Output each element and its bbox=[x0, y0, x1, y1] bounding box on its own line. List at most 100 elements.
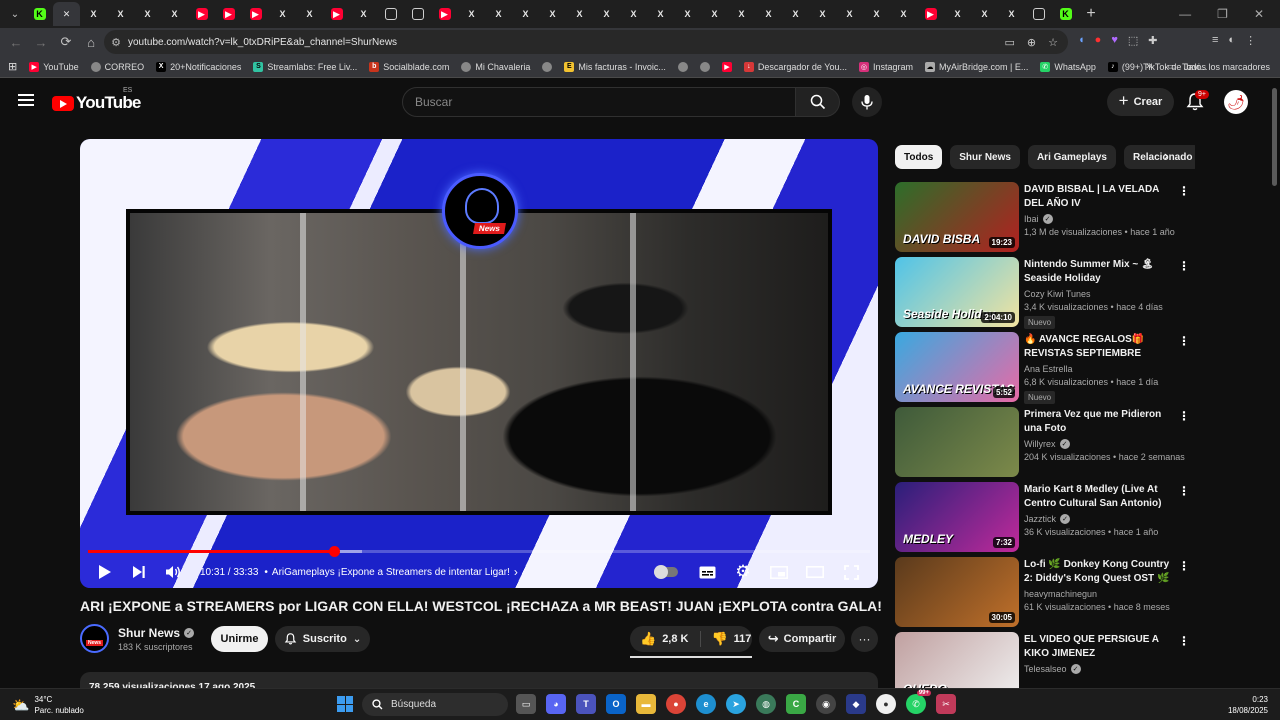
bookmark-item[interactable]: b Socialblade.com bbox=[369, 61, 449, 72]
discord-icon[interactable]: ◕ bbox=[546, 694, 566, 714]
filter-chip[interactable]: Todos bbox=[895, 145, 943, 169]
browser-tab[interactable]: X bbox=[782, 2, 809, 26]
windows-start-icon[interactable] bbox=[337, 696, 353, 712]
related-video-item[interactable]: DAVID BISBA 19:23 DAVID BISBAL | LA VELADA… bbox=[895, 182, 1195, 252]
voice-search-button[interactable] bbox=[852, 87, 882, 117]
whatsapp-icon[interactable]: ✆ 99+ bbox=[906, 690, 931, 714]
browser-tab[interactable]: X bbox=[701, 2, 728, 26]
telegram-icon[interactable]: ➤ bbox=[726, 694, 746, 714]
account-avatar[interactable]: 🌶 bbox=[1224, 90, 1248, 114]
browser-tab[interactable]: X bbox=[971, 2, 998, 26]
back-icon[interactable]: ← bbox=[4, 35, 28, 50]
home-icon[interactable]: ⌂ bbox=[79, 35, 103, 50]
browser-tab[interactable]: X bbox=[728, 2, 755, 26]
related-video-title[interactable]: Lo-fi 🌿 Donkey Kong Country 2: Diddy's K… bbox=[1024, 558, 1174, 586]
youtube-logo[interactable]: YouTube ES bbox=[52, 87, 141, 113]
all-bookmarks-button[interactable]: ▭ Todos los marcadores bbox=[1167, 61, 1270, 72]
related-video-item[interactable]: Seaside Holiday 2:04:10 Nintendo Summer Mi… bbox=[895, 257, 1195, 329]
weather-widget[interactable]: ⛅ 34°C Parc. nublado bbox=[12, 694, 84, 716]
related-video-title[interactable]: 🔥 AVANCE REGALOS🎁 REVISTAS SEPTIEMBRE 20… bbox=[1024, 333, 1174, 361]
more-vertical-icon[interactable]: ⋮ bbox=[1178, 634, 1190, 648]
task-view-icon[interactable]: ▭ bbox=[516, 694, 536, 714]
more-vertical-icon[interactable]: ⋮ bbox=[1178, 184, 1190, 198]
browser-tab[interactable]: X bbox=[998, 2, 1025, 26]
bookmark-item[interactable] bbox=[542, 61, 553, 72]
system-clock[interactable]: 0:23 18/08/2025 bbox=[1228, 694, 1268, 716]
url-text[interactable]: youtube.com/watch?v=lk_0txDRiPE&ab_chann… bbox=[128, 37, 397, 48]
browser-tab[interactable]: X bbox=[269, 2, 296, 26]
bookmark-item[interactable]: ↓ Descargador de You... bbox=[743, 61, 847, 72]
browser-tab[interactable]: X bbox=[134, 2, 161, 26]
related-channel[interactable]: Jazztick ✓ bbox=[1024, 514, 1174, 524]
settings-button[interactable]: ⚙ bbox=[726, 562, 760, 582]
related-channel[interactable]: Cozy Kiwi Tunes bbox=[1024, 289, 1174, 299]
dislike-button[interactable]: 👎 117 bbox=[701, 631, 751, 647]
browser-tab[interactable]: X bbox=[296, 2, 323, 26]
related-video-title[interactable]: Primera Vez que me Pidieron una Foto bbox=[1024, 408, 1174, 436]
browser-tab[interactable]: ▶ bbox=[431, 2, 458, 26]
bookmark-item[interactable]: ✆ WhatsApp bbox=[1040, 61, 1096, 72]
miniplayer-button[interactable] bbox=[762, 565, 796, 579]
zoom-icon[interactable]: ⊕ bbox=[1027, 36, 1036, 49]
browser-tab[interactable] bbox=[377, 2, 404, 26]
bookmark-item[interactable] bbox=[677, 61, 688, 72]
browser-menu-icon[interactable]: ⋮ bbox=[1245, 34, 1256, 50]
video-thumbnail[interactable]: AVANCE REVISTAS 5:52 bbox=[895, 332, 1019, 402]
snipping-tool-icon[interactable]: ✂ bbox=[936, 694, 956, 714]
play-button[interactable] bbox=[88, 564, 122, 580]
chapter-button[interactable]: • AriGameplays ¡Expone a Streamers de in… bbox=[264, 565, 517, 579]
create-button[interactable]: + Crear bbox=[1107, 88, 1174, 116]
minimize-icon[interactable]: — bbox=[1179, 7, 1191, 21]
apps-grid-icon[interactable]: ⊞ bbox=[8, 60, 17, 73]
search-button[interactable] bbox=[796, 87, 840, 117]
new-tab-button[interactable]: + bbox=[1079, 5, 1103, 23]
bookmark-item[interactable]: ☁ MyAirBridge.com | E... bbox=[925, 61, 1028, 72]
reading-list-icon[interactable]: ≡ bbox=[1212, 34, 1218, 50]
progress-bar[interactable] bbox=[88, 546, 870, 557]
volume-button[interactable] bbox=[156, 565, 190, 579]
bookmarks-more-button[interactable]: » bbox=[1146, 60, 1152, 72]
browser-tab[interactable]: ▶ bbox=[215, 2, 242, 26]
tab-search-button[interactable]: ⌄ bbox=[4, 3, 26, 25]
browser-tab[interactable]: ▶ bbox=[323, 2, 350, 26]
extension-icon[interactable]: ● bbox=[1095, 34, 1102, 50]
browser-tab[interactable]: X bbox=[485, 2, 512, 26]
fullscreen-button[interactable] bbox=[834, 564, 868, 580]
related-channel[interactable]: heavymachinegun bbox=[1024, 589, 1174, 599]
more-vertical-icon[interactable]: ⋮ bbox=[1178, 484, 1190, 498]
subtitles-button[interactable] bbox=[690, 566, 724, 579]
extension-icon[interactable]: ◖ bbox=[1078, 34, 1085, 50]
bookmark-item[interactable]: ◎ Instagram bbox=[858, 61, 913, 72]
browser-tab[interactable]: X bbox=[647, 2, 674, 26]
site-info-icon[interactable]: ⚙ bbox=[104, 36, 128, 49]
browser-tab[interactable]: X bbox=[809, 2, 836, 26]
browser-tab[interactable] bbox=[1025, 2, 1052, 26]
filter-chip[interactable]: Relacionado bbox=[1124, 145, 1195, 169]
bookmark-item[interactable]: S Streamlabs: Free Liv... bbox=[253, 61, 357, 72]
browser-tab[interactable]: X bbox=[539, 2, 566, 26]
browser-tab[interactable]: ▶ bbox=[188, 2, 215, 26]
browser-tab[interactable]: X bbox=[620, 2, 647, 26]
menu-icon[interactable] bbox=[18, 94, 34, 106]
more-vertical-icon[interactable]: ⋮ bbox=[1178, 259, 1190, 273]
related-video-item[interactable]: 30:05 Lo-fi 🌿 Donkey Kong Country 2: Didd… bbox=[895, 557, 1195, 627]
more-actions-button[interactable]: ··· bbox=[851, 626, 878, 652]
browser-tab[interactable]: X bbox=[593, 2, 620, 26]
globe-app-icon[interactable]: ◍ bbox=[756, 694, 776, 714]
install-app-icon[interactable]: ▭ bbox=[1005, 36, 1015, 49]
related-video-title[interactable]: EL VIDEO QUE PERSIGUE A KIKO JIMENEZ bbox=[1024, 633, 1174, 661]
bookmark-item[interactable]: E Mis facturas - Invoic... bbox=[564, 61, 666, 72]
video-thumbnail[interactable]: Seaside Holiday 2:04:10 bbox=[895, 257, 1019, 327]
browser-tab[interactable]: X bbox=[512, 2, 539, 26]
active-browser-icon[interactable]: ◉ bbox=[816, 694, 836, 714]
share-button[interactable]: ↪ Compartir bbox=[759, 626, 845, 652]
video-player[interactable]: News 10:31 / 33:33 • AriGameplays ¡Expon… bbox=[80, 139, 878, 588]
related-video-title[interactable]: Nintendo Summer Mix ~ 🏝 Seaside Holiday bbox=[1024, 258, 1174, 286]
bookmark-item[interactable]: X 20+Notificaciones bbox=[156, 61, 241, 72]
related-video-title[interactable]: Mario Kart 8 Medley (Live At Centro Cult… bbox=[1024, 483, 1174, 511]
page-scrollbar[interactable] bbox=[1272, 88, 1277, 186]
related-video-item[interactable]: AVANCE REVISTAS 5:52 🔥 AVANCE REGALOS🎁 REV… bbox=[895, 332, 1195, 404]
reload-icon[interactable]: ⟳ bbox=[54, 34, 78, 50]
video-thumbnail[interactable] bbox=[895, 407, 1019, 477]
edge-icon[interactable]: e bbox=[696, 694, 716, 714]
